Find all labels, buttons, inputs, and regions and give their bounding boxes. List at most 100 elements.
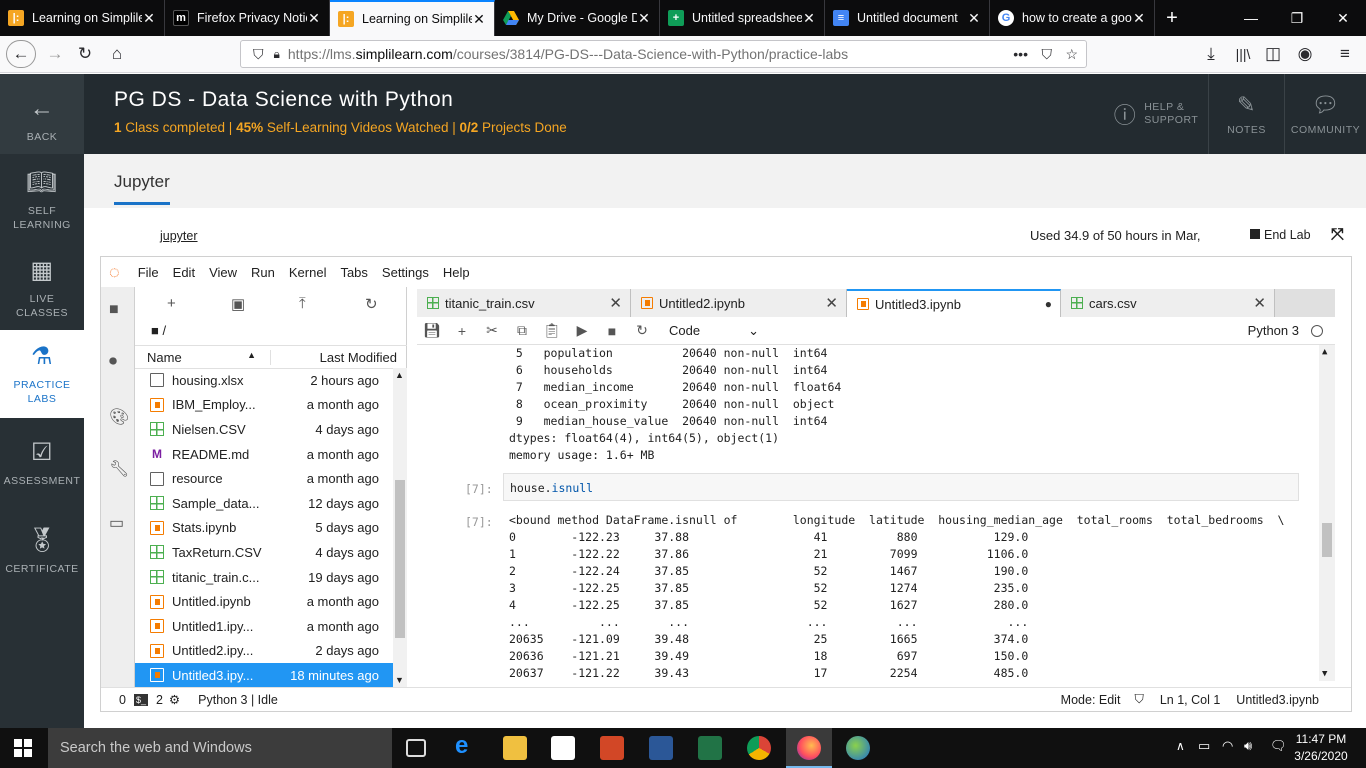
close-window-button[interactable]: ✕	[1320, 0, 1366, 36]
menu-tabs[interactable]: Tabs	[340, 265, 367, 280]
file-row[interactable]: M README.md a month ago	[135, 442, 393, 467]
excel-icon[interactable]	[698, 736, 722, 760]
unsaved-dot-icon[interactable]: ●	[1045, 297, 1052, 311]
cell-type-select[interactable]: Code ⌄	[669, 323, 759, 339]
scroll-down-icon[interactable]: ▼	[395, 675, 404, 685]
bookmark-star-icon[interactable]: ☆	[1065, 46, 1078, 63]
url-bar[interactable]: ⛉ 🔒︎ https://lms. simplilearn.com/courses…	[240, 40, 1087, 68]
reload-icon[interactable]: ↻	[70, 40, 100, 68]
tray-chevron-icon[interactable]: ∧	[1176, 739, 1185, 753]
file-row[interactable]: Nielsen.CSV 4 days ago	[135, 417, 393, 442]
file-explorer-icon[interactable]	[503, 736, 527, 760]
terminal-count[interactable]: 0	[119, 693, 126, 707]
download-icon[interactable]: ⤓	[1196, 40, 1226, 68]
browser-tab[interactable]: + Untitled spreadshee ✕	[660, 0, 825, 36]
rail-certificate[interactable]: 🏅︎ CERTIFICATE	[0, 522, 84, 592]
jupyter-link[interactable]: jupyter	[160, 229, 198, 243]
file-row[interactable]: Untitled3.ipy... 18 minutes ago	[135, 663, 393, 688]
community-button[interactable]: 💬︎ COMMUNITY	[1284, 74, 1366, 154]
browser-tab[interactable]: G how to create a goo ✕	[990, 0, 1155, 36]
page-actions-icon[interactable]: •••	[1013, 46, 1028, 62]
breadcrumb[interactable]: ■ /	[151, 323, 166, 338]
new-launcher-icon[interactable]: +	[167, 295, 176, 312]
home-icon[interactable]: ⌂	[102, 40, 132, 68]
fullscreen-icon[interactable]: ⤧	[1331, 226, 1344, 244]
browser-tab[interactable]: |: Learning on Simplile ✕	[0, 0, 165, 36]
taskbar-clock[interactable]: 11:47 PM 3/26/2020	[1292, 731, 1350, 765]
menu-view[interactable]: View	[209, 265, 237, 280]
rail-practice-labs[interactable]: ⚗ PRACTICE LABS	[0, 330, 84, 418]
restart-icon[interactable]: ↻	[627, 322, 657, 339]
sidebar-icon[interactable]: ◫	[1258, 40, 1288, 68]
notification-icon[interactable]: 🗨︎	[1270, 738, 1287, 754]
file-row[interactable]: Untitled.ipynb a month ago	[135, 589, 393, 614]
upload-icon[interactable]: ⤒	[299, 295, 306, 312]
powerpoint-icon[interactable]	[600, 736, 624, 760]
back-icon[interactable]: ←	[6, 40, 36, 68]
browser-tab[interactable]: ≡ Untitled document ✕	[825, 0, 990, 36]
wifi-icon[interactable]: ◠	[1222, 738, 1233, 754]
close-tab-icon[interactable]: ✕	[307, 10, 321, 27]
file-row[interactable]: titanic_train.c... 19 days ago	[135, 565, 393, 590]
save-icon[interactable]: 💾︎	[417, 322, 447, 339]
trust-shield-icon[interactable]: ⛉	[1134, 692, 1143, 707]
run-icon[interactable]: ▶	[567, 322, 597, 339]
browser-tab[interactable]: m Firefox Privacy Notic ✕	[165, 0, 330, 36]
close-tab-icon[interactable]: ✕	[802, 10, 816, 27]
edge-icon[interactable]: e	[455, 732, 479, 759]
windows-start-icon[interactable]	[14, 739, 32, 757]
volume-icon[interactable]: 🔊︎	[1244, 738, 1252, 754]
section-title[interactable]: Jupyter	[114, 172, 170, 205]
stop-icon[interactable]: ■	[597, 323, 627, 339]
scroll-up-icon[interactable]: ▲	[395, 370, 404, 380]
rail-self-learning[interactable]: 📖︎ SELF LEARNING	[0, 162, 84, 242]
file-row[interactable]: Sample_data... 12 days ago	[135, 491, 393, 516]
file-row[interactable]: resource a month ago	[135, 466, 393, 491]
pocket-icon[interactable]: ⛉	[1042, 46, 1053, 63]
browser-tab[interactable]: My Drive - Google D ✕	[495, 0, 660, 36]
menu-file[interactable]: File	[138, 265, 159, 280]
taskbar-search[interactable]: Search the web and Windows	[48, 728, 392, 768]
new-folder-icon[interactable]: ▣	[231, 295, 245, 313]
account-icon[interactable]: ◉	[1290, 40, 1320, 68]
forward-icon[interactable]: →	[40, 40, 70, 68]
close-icon[interactable]: ✕	[1253, 294, 1266, 312]
notebook-scrollbar[interactable]: ▲ ▼	[1319, 345, 1335, 681]
close-icon[interactable]: ✕	[825, 294, 838, 312]
word-icon[interactable]	[649, 736, 673, 760]
folder-icon[interactable]: ■	[109, 301, 127, 319]
hamburger-menu-icon[interactable]: ≡	[1330, 40, 1360, 68]
wrench-icon[interactable]: 🔧︎	[109, 459, 129, 478]
close-tab-icon[interactable]: ✕	[637, 10, 651, 27]
task-view-icon[interactable]	[406, 739, 426, 757]
kernel-state[interactable]: Python 3 | Idle	[198, 693, 278, 707]
menu-run[interactable]: Run	[251, 265, 275, 280]
store-icon[interactable]	[551, 736, 575, 760]
close-tab-icon[interactable]: ✕	[472, 11, 486, 28]
restore-button[interactable]: ❐	[1274, 0, 1320, 36]
file-row[interactable]: TaxReturn.CSV 4 days ago	[135, 540, 393, 565]
minimize-button[interactable]: —	[1228, 0, 1274, 36]
copy-icon[interactable]: ⧉	[507, 322, 537, 339]
file-row[interactable]: Stats.ipynb 5 days ago	[135, 516, 393, 541]
scroll-thumb[interactable]	[395, 480, 405, 638]
menu-kernel[interactable]: Kernel	[289, 265, 327, 280]
paste-icon[interactable]: 📋︎	[537, 322, 567, 339]
kernel-name[interactable]: Python 3	[1248, 323, 1299, 338]
close-tab-icon[interactable]: ✕	[1132, 10, 1146, 27]
sort-name-header[interactable]: Name ▲	[135, 349, 271, 365]
file-row[interactable]: Untitled1.ipy... a month ago	[135, 614, 393, 639]
tabs-icon[interactable]: ▭	[109, 513, 127, 532]
menu-help[interactable]: Help	[443, 265, 470, 280]
help-support-button[interactable]: ⓘ HELP & SUPPORT	[1104, 74, 1208, 154]
firefox-taskbar-button[interactable]	[786, 728, 832, 768]
doc-tab[interactable]: titanic_train.csv ✕	[417, 289, 631, 317]
chrome-icon[interactable]	[747, 736, 771, 760]
menu-edit[interactable]: Edit	[173, 265, 195, 280]
notes-button[interactable]: ✎ NOTES	[1208, 74, 1284, 154]
file-row[interactable]: Untitled2.ipy... 2 days ago	[135, 639, 393, 664]
cut-icon[interactable]: ✂	[477, 322, 507, 339]
doc-tab-active[interactable]: Untitled3.ipynb ●	[847, 289, 1061, 317]
mode-indicator[interactable]: Mode: Edit	[1061, 693, 1121, 707]
end-lab-button[interactable]: End Lab	[1250, 228, 1311, 242]
